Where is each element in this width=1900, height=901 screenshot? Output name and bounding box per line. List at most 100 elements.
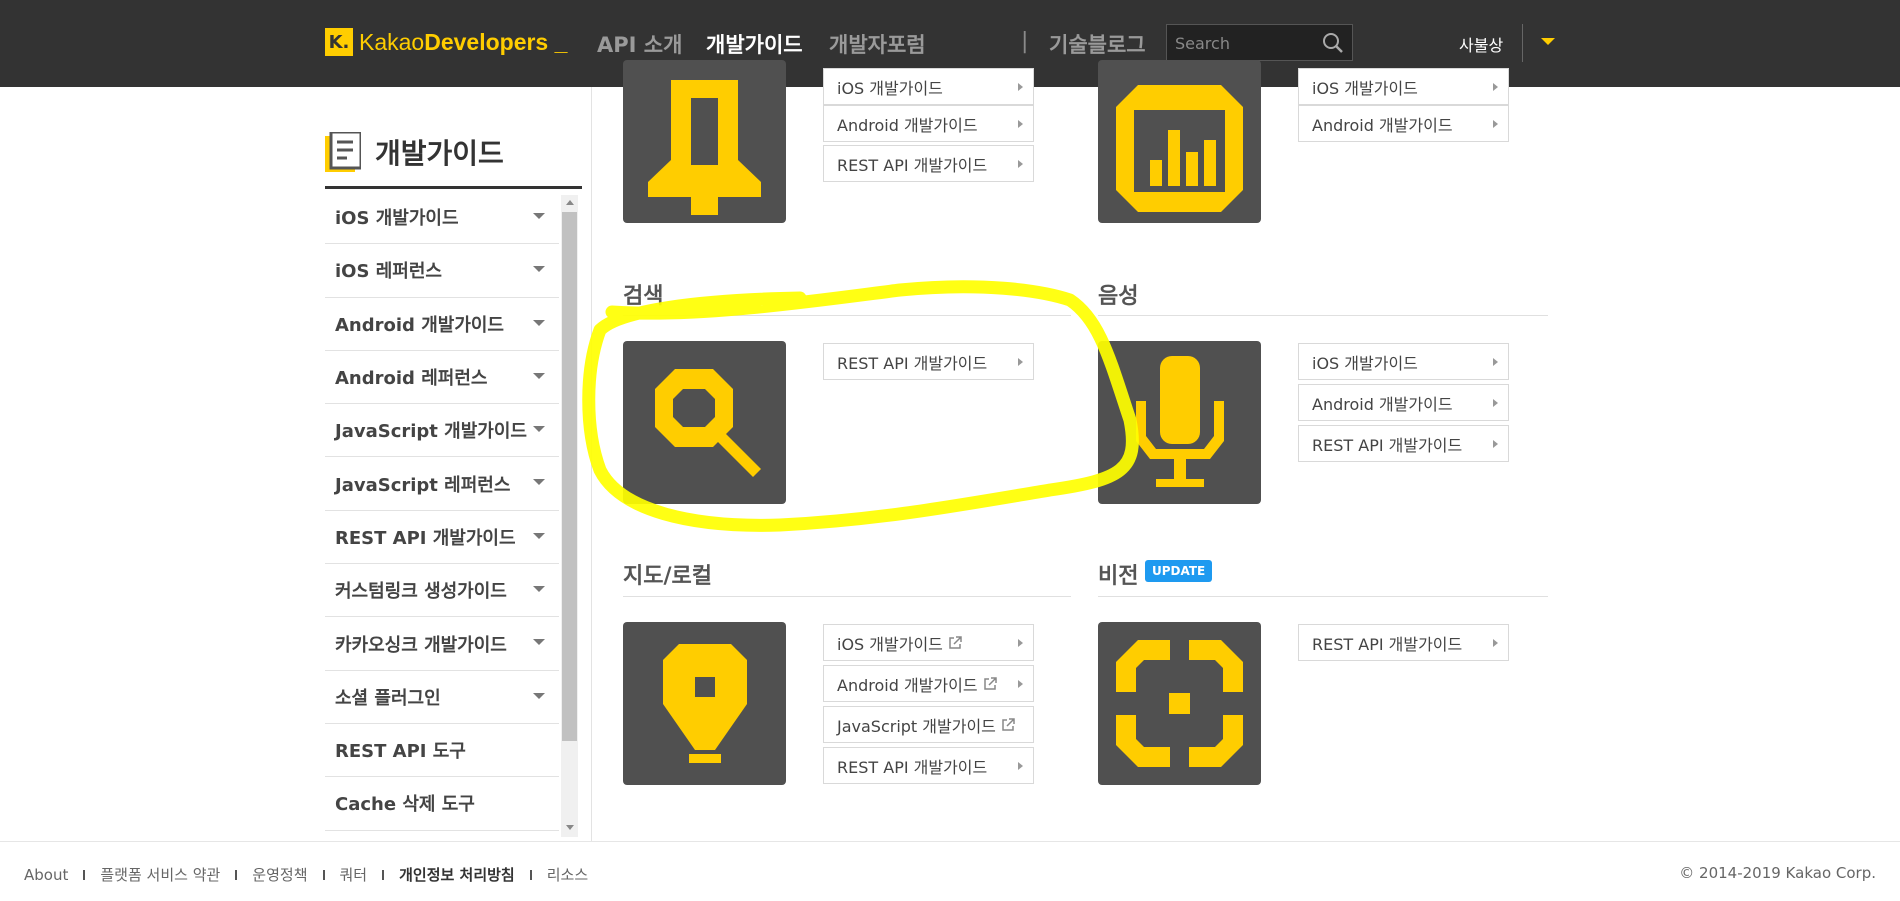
section-divider (1098, 596, 1548, 597)
map-rest-api-guide-link[interactable]: REST API 개발가이드 (823, 747, 1034, 784)
voice-ios-guide-link[interactable]: iOS 개발가이드 (1298, 343, 1509, 380)
sidebar-item-cache-delete-tool[interactable]: Cache 삭제 도구 (325, 777, 559, 831)
sidebar-item-android-guide[interactable]: Android 개발가이드 (325, 298, 559, 351)
footer-privacy-link[interactable]: 개인정보 처리방침 (399, 864, 515, 885)
sidebar-item-kakao-sync-guide[interactable]: 카카오싱크 개발가이드 (325, 617, 559, 671)
kakao-developers-logo[interactable]: K. KakaoDevelopers _ (325, 27, 567, 57)
sidebar-menu: iOS 개발가이드 iOS 레퍼런스 Android 개발가이드 Android… (325, 191, 559, 831)
voice-rest-api-guide-link[interactable]: REST API 개발가이드 (1298, 425, 1509, 462)
copyright: © 2014-2019 Kakao Corp. (1679, 864, 1876, 882)
footer: About 플랫폼 서비스 약관 운영정책 쿼터 개인정보 처리방침 리소스 ©… (0, 841, 1900, 901)
section-title-search: 검색 (623, 284, 664, 309)
chevron-right-icon (1493, 399, 1498, 407)
guide-document-icon (325, 132, 361, 172)
nav-api-intro[interactable]: API 소개 (597, 29, 682, 59)
sidebar-item-label: Android 개발가이드 (335, 314, 504, 336)
chevron-right-icon (1493, 358, 1498, 366)
voice-tile[interactable] (1098, 341, 1261, 504)
sidebar-item-javascript-guide[interactable]: JavaScript 개발가이드 (325, 404, 559, 458)
chevron-down-icon (533, 692, 545, 699)
sidebar-item-label: Cache 삭제 도구 (335, 794, 475, 816)
sidebar-item-label: REST API 도구 (335, 741, 466, 763)
nav-separator: | (1021, 29, 1029, 54)
magnifier-icon (655, 369, 761, 477)
search-input[interactable] (1175, 32, 1315, 54)
chevron-right-icon (1493, 440, 1498, 448)
user-name[interactable]: 사불상 (1459, 32, 1503, 56)
footer-quota-link[interactable]: 쿼터 (340, 864, 368, 885)
user-menu-dropdown-icon[interactable] (1541, 38, 1555, 45)
sidebar-title: 개발가이드 (375, 137, 504, 170)
nav-dev-guide[interactable]: 개발가이드 (706, 29, 803, 59)
chevron-down-icon (533, 479, 545, 486)
sidebar-item-label: JavaScript 개발가이드 (335, 421, 527, 443)
top-left-android-guide-link[interactable]: Android 개발가이드 (823, 105, 1034, 142)
scroll-down-arrow-icon[interactable] (566, 825, 574, 830)
external-link-icon (1002, 717, 1015, 731)
nav-dev-forum[interactable]: 개발자포럼 (829, 29, 926, 59)
voice-android-guide-link[interactable]: Android 개발가이드 (1298, 384, 1509, 421)
chevron-right-icon (1018, 762, 1023, 770)
sidebar-item-label: JavaScript 레퍼런스 (335, 474, 511, 496)
footer-about-link[interactable]: About (24, 866, 68, 884)
logo-mark: K. (325, 28, 353, 56)
sidebar-item-label: iOS 개발가이드 (335, 208, 459, 230)
search-tile[interactable] (623, 341, 786, 504)
section-divider (1098, 315, 1548, 316)
analytics-tile[interactable] (1098, 60, 1261, 223)
sidebar-item-label: 카카오싱크 개발가이드 (335, 634, 507, 656)
vision-frame-icon (1116, 640, 1243, 767)
chevron-right-icon (1493, 639, 1498, 647)
footer-divider (322, 869, 325, 880)
sidebar-item-rest-api-guide[interactable]: REST API 개발가이드 (325, 511, 559, 565)
sidebar-scrollbar-thumb[interactable] (562, 212, 577, 741)
footer-divider (529, 869, 532, 880)
vision-rest-api-guide-link[interactable]: REST API 개발가이드 (1298, 624, 1509, 661)
chevron-right-icon (1018, 680, 1023, 688)
sidebar-item-social-plugin[interactable]: 소셜 플러그인 (325, 671, 559, 724)
sidebar-title-underline (325, 186, 582, 189)
sidebar-item-label: REST API 개발가이드 (335, 527, 516, 549)
map-ios-guide-link[interactable]: iOS 개발가이드 (823, 624, 1034, 661)
external-link-icon (949, 635, 962, 649)
chevron-down-icon (533, 213, 545, 219)
footer-resources-link[interactable]: 리소스 (547, 864, 588, 885)
map-tile[interactable] (623, 622, 786, 785)
vision-tile[interactable] (1098, 622, 1261, 785)
bar-chart-icon (1116, 85, 1243, 212)
footer-links: About 플랫폼 서비스 약관 운영정책 쿼터 개인정보 처리방침 리소스 (24, 864, 588, 885)
chevron-right-icon (1018, 83, 1023, 91)
top-left-ios-guide-link[interactable]: iOS 개발가이드 (823, 68, 1034, 105)
sidebar-item-label: Android 레퍼런스 (335, 368, 488, 390)
footer-terms-link[interactable]: 플랫폼 서비스 약관 (100, 864, 220, 885)
notification-tile[interactable] (623, 60, 786, 223)
map-pin-icon (663, 644, 747, 763)
section-title-map-local: 지도/로컬 (623, 564, 712, 589)
sidebar-item-label: 소셜 플러그인 (335, 687, 441, 709)
sidebar-item-custom-link-guide[interactable]: 커스텀링크 생성가이드 (325, 564, 559, 618)
top-right-ios-guide-link[interactable]: iOS 개발가이드 (1298, 68, 1509, 105)
map-javascript-guide-link[interactable]: JavaScript 개발가이드 (823, 706, 1034, 743)
search-icon[interactable] (1322, 32, 1344, 54)
sidebar-item-ios-guide[interactable]: iOS 개발가이드 (325, 191, 559, 245)
sidebar-item-rest-api-tool[interactable]: REST API 도구 (325, 724, 559, 778)
search-rest-api-guide-link[interactable]: REST API 개발가이드 (823, 343, 1034, 380)
footer-policy-link[interactable]: 운영정책 (252, 864, 307, 885)
logo-text: KakaoDevelopers _ (359, 28, 568, 55)
sidebar-item-android-reference[interactable]: Android 레퍼런스 (325, 351, 559, 405)
nav-tech-blog[interactable]: 기술블로그 (1049, 29, 1146, 59)
chevron-right-icon (1018, 120, 1023, 128)
content-divider (591, 87, 592, 841)
sidebar-item-label: 커스텀링크 생성가이드 (335, 581, 507, 603)
top-left-rest-api-guide-link[interactable]: REST API 개발가이드 (823, 145, 1034, 182)
search-box (1166, 24, 1353, 61)
footer-divider (83, 869, 86, 880)
chevron-down-icon (533, 426, 545, 433)
footer-divider (235, 869, 238, 880)
map-android-guide-link[interactable]: Android 개발가이드 (823, 665, 1034, 702)
sidebar-item-ios-reference[interactable]: iOS 레퍼런스 (325, 244, 559, 298)
sidebar-item-javascript-reference[interactable]: JavaScript 레퍼런스 (325, 457, 559, 511)
scroll-up-arrow-icon[interactable] (566, 200, 574, 205)
chevron-down-icon (533, 372, 545, 379)
top-right-android-guide-link[interactable]: Android 개발가이드 (1298, 105, 1509, 142)
